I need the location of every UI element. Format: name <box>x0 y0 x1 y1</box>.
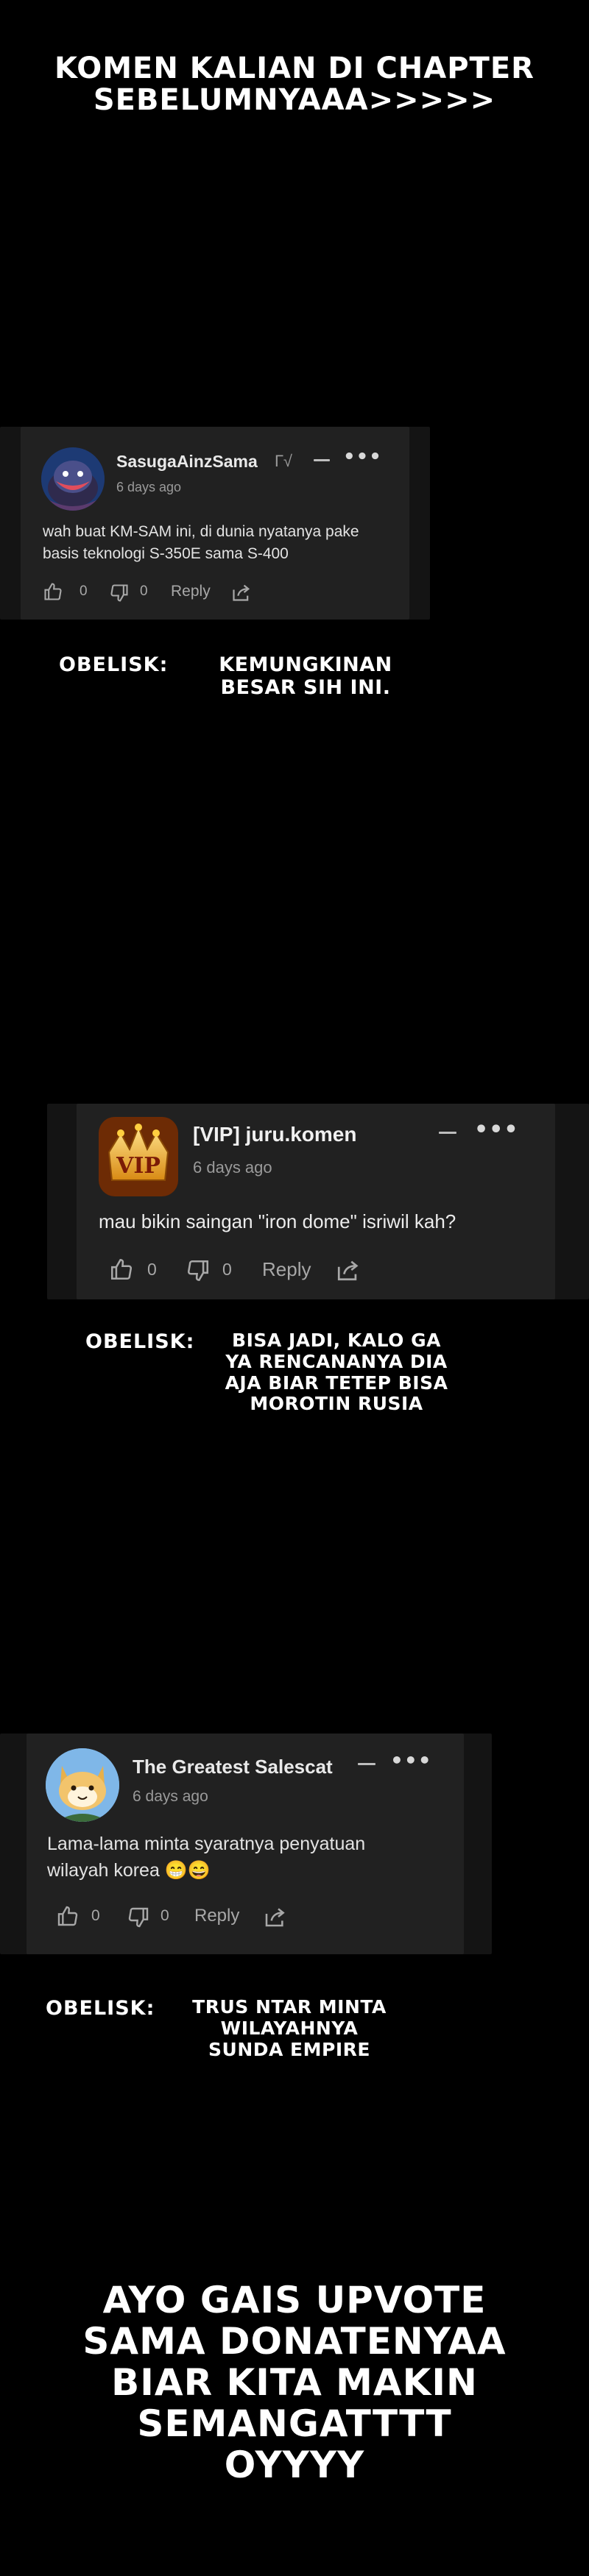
footer-call-to-action: AYO GAIS UPVOTE SAMA DONATENYAA BIAR KIT… <box>82 2279 507 2486</box>
response-text: BISA JADI, KALO GA YA RENCANANYA DIA AJA… <box>225 1330 448 1415</box>
avatar[interactable] <box>41 447 105 511</box>
badge-icon: Г√ <box>275 452 292 470</box>
vip-crown-avatar-icon: VIP <box>99 1117 178 1196</box>
responder-name: OBELISK: <box>59 653 169 676</box>
thumbs-down-icon[interactable] <box>127 1906 150 1932</box>
page-title: KOMEN KALIAN DI CHAPTER SEBELUMNYAAA>>>>… <box>54 52 535 118</box>
comment-timestamp: 6 days ago <box>193 1158 272 1177</box>
share-icon[interactable] <box>264 1906 287 1931</box>
avatar[interactable]: VIP <box>99 1117 178 1196</box>
comment-username[interactable]: SasugaAinzSama <box>116 452 258 472</box>
comment-text: mau bikin saingan "iron dome" isriwil ka… <box>99 1210 456 1232</box>
share-icon[interactable] <box>336 1258 361 1285</box>
reply-button[interactable]: Reply <box>171 583 211 600</box>
response-text: TRUS NTAR MINTA WILAYAHNYA SUNDA EMPIRE <box>192 1996 387 2060</box>
dislike-count: 0 <box>161 1907 169 1924</box>
reply-button[interactable]: Reply <box>262 1258 311 1281</box>
dislike-count: 0 <box>222 1260 232 1279</box>
comment-username[interactable]: [VIP] juru.komen <box>193 1123 356 1146</box>
like-count: 0 <box>80 583 88 599</box>
collapse-icon[interactable] <box>439 1132 456 1134</box>
thumbs-up-icon[interactable] <box>43 581 63 605</box>
svg-text:VIP: VIP <box>116 1153 161 1179</box>
comment-card-inner: VIP [VIP] juru.komen ••• 6 days ago mau … <box>77 1104 555 1299</box>
comment-username[interactable]: The Greatest Salescat <box>133 1756 333 1778</box>
like-count: 0 <box>91 1907 100 1924</box>
thumbs-up-icon[interactable] <box>109 1257 134 1285</box>
comment-timestamp: 6 days ago <box>116 480 182 494</box>
thumbs-down-icon[interactable] <box>186 1258 211 1286</box>
comment-text: Lama-lama minta syaratnya penyatuan wila… <box>47 1834 366 1881</box>
collapse-icon[interactable] <box>314 459 330 461</box>
like-count: 0 <box>147 1260 157 1279</box>
thumbs-up-icon[interactable] <box>56 1904 80 1931</box>
collapse-icon[interactable] <box>358 1763 375 1765</box>
more-options-icon[interactable]: ••• <box>390 1748 432 1773</box>
comment-timestamp: 6 days ago <box>133 1788 208 1805</box>
comment-text: wah buat KM-SAM ini, di dunia nyatanya p… <box>43 523 359 563</box>
comment-card-inner: SasugaAinzSama Г√ ••• 6 days ago wah bua… <box>21 427 409 620</box>
more-options-icon[interactable]: ••• <box>343 446 382 468</box>
response-text: KEMUNGKINAN BESAR SIH INI. <box>219 653 392 700</box>
responder-name: OBELISK: <box>46 1997 155 2020</box>
more-options-icon[interactable]: ••• <box>474 1117 519 1143</box>
reply-button[interactable]: Reply <box>194 1906 239 1926</box>
cat-avatar-icon <box>46 1748 119 1822</box>
comment-card-inner: The Greatest Salescat ••• 6 days ago Lam… <box>27 1734 464 1954</box>
dislike-count: 0 <box>140 583 148 599</box>
anime-character-avatar-icon <box>41 447 105 511</box>
avatar[interactable] <box>46 1748 119 1822</box>
responder-name: OBELISK: <box>85 1330 195 1353</box>
share-icon[interactable] <box>231 583 252 605</box>
thumbs-down-icon[interactable] <box>109 583 130 606</box>
